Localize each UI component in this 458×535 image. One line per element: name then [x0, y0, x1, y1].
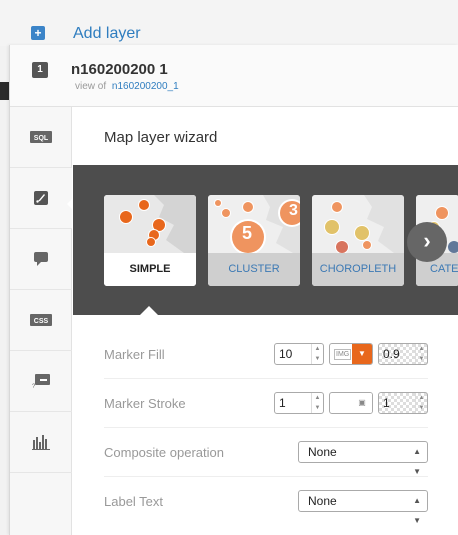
- marker-fill-label: Marker Fill: [104, 347, 165, 362]
- marker-fill-width-value: 10: [279, 347, 293, 361]
- carousel-next-button[interactable]: ›: [407, 222, 447, 262]
- marker-stroke-label: Marker Stroke: [104, 396, 186, 411]
- cluster-label: CLUSTER: [208, 253, 300, 286]
- composite-operation-value: None: [308, 445, 337, 459]
- simple-label: SIMPLE: [104, 253, 196, 286]
- marker-fill-width-stepper[interactable]: 10 ▲ ▼: [274, 343, 324, 365]
- wizard-title: Map layer wizard: [104, 129, 218, 146]
- css-icon: CSS: [30, 314, 52, 326]
- wizard-type-simple[interactable]: SIMPLE: [104, 195, 196, 286]
- bar-chart-icon: [32, 435, 50, 450]
- sidebar-item-css[interactable]: CSS: [10, 290, 72, 351]
- speech-bubble-icon: [34, 252, 48, 266]
- layer-sidebar: SQL CSS ?: [10, 107, 72, 535]
- marker-stroke-opacity-stepper[interactable]: 1 ▲ ▼: [378, 392, 428, 414]
- simple-thumbnail: [104, 195, 196, 253]
- composite-operation-row: Composite operation None ▲ ▼: [104, 428, 428, 477]
- choropleth-label: CHOROPLETH: [312, 253, 404, 286]
- composite-operation-label: Composite operation: [104, 445, 224, 460]
- label-text-value: None: [308, 494, 337, 508]
- sidebar-item-filters[interactable]: [10, 412, 72, 473]
- marker-fill-opacity-stepper[interactable]: 0.9 ▲ ▼: [378, 343, 428, 365]
- add-layer-icon[interactable]: +: [31, 26, 45, 40]
- sidebar-item-infowindow[interactable]: [10, 229, 72, 290]
- layer-title[interactable]: n160200200 1: [71, 61, 168, 78]
- map-layer-wizard: Map layer wizard SIMPLE 5 3 CLUSTER CHOR…: [73, 107, 458, 535]
- wizard-type-cluster[interactable]: 5 3 CLUSTER: [208, 195, 300, 286]
- sidebar-item-wizard[interactable]: [10, 168, 72, 229]
- label-text-label: Label Text: [104, 494, 164, 509]
- label-text-select[interactable]: None ▲ ▼: [298, 490, 428, 525]
- layer-panel: 1 n160200200 1 view of n160200200_1 SQL …: [9, 45, 458, 535]
- select-caret-icon: ▲ ▼: [413, 447, 421, 476]
- legend-icon: ?: [32, 374, 50, 389]
- svg-text:CSS: CSS: [34, 318, 49, 325]
- view-of-source-link[interactable]: n160200200_1: [112, 81, 179, 92]
- stepper-arrows-icon[interactable]: ▲ ▼: [311, 344, 323, 364]
- top-bar: [0, 0, 458, 46]
- view-of-line: view of n160200200_1: [75, 81, 179, 92]
- wizard-type-choropleth[interactable]: CHOROPLETH: [312, 195, 404, 286]
- marker-fill-img-label: IMG: [334, 349, 352, 360]
- composite-operation-select[interactable]: None ▲ ▼: [298, 441, 428, 476]
- add-layer-link[interactable]: Add layer: [73, 25, 141, 43]
- marker-stroke-width-value: 1: [279, 396, 286, 410]
- layer-number-badge: 1: [32, 62, 48, 78]
- marker-fill-color-swatch[interactable]: ▼: [352, 344, 372, 364]
- label-text-row: Label Text None ▲ ▼: [104, 477, 428, 526]
- marker-stroke-color-swatch[interactable]: ▣: [352, 393, 372, 413]
- marker-stroke-row: Marker Stroke 1 ▲ ▼ ▣ 1 ▲ ▼: [104, 379, 428, 428]
- layer-header: 1 n160200200 1 view of n160200200_1: [10, 45, 458, 107]
- select-caret-icon: ▲ ▼: [413, 496, 421, 525]
- sidebar-item-legend[interactable]: ?: [10, 351, 72, 412]
- paintbrush-icon: [34, 191, 48, 205]
- marker-fill-row: Marker Fill 10 ▲ ▼ IMG ▼ 0.9 ▲ ▼: [104, 330, 428, 379]
- marker-stroke-opacity-value: 1: [383, 396, 390, 410]
- svg-text:SQL: SQL: [34, 135, 49, 142]
- stepper-arrows-icon[interactable]: ▲ ▼: [415, 393, 427, 413]
- stepper-arrows-icon[interactable]: ▲ ▼: [311, 393, 323, 413]
- cluster-count-small: 3: [289, 202, 298, 219]
- marker-fill-opacity-value: 0.9: [383, 347, 400, 361]
- marker-fill-image-picker[interactable]: IMG ▼: [329, 343, 373, 365]
- wizard-type-carousel: SIMPLE 5 3 CLUSTER CHOROPLETH CATE ›: [73, 165, 458, 315]
- marker-stroke-color-picker[interactable]: ▣: [329, 392, 373, 414]
- cluster-thumbnail: 5 3: [208, 195, 300, 253]
- sql-icon: SQL: [30, 131, 52, 143]
- marker-stroke-width-stepper[interactable]: 1 ▲ ▼: [274, 392, 324, 414]
- view-of-label: view of: [75, 81, 107, 92]
- stepper-arrows-icon[interactable]: ▲ ▼: [415, 344, 427, 364]
- selected-type-pointer: [139, 306, 159, 316]
- sidebar-item-sql[interactable]: SQL: [10, 107, 72, 168]
- choropleth-thumbnail: [312, 195, 404, 253]
- cluster-count-large: 5: [242, 223, 253, 243]
